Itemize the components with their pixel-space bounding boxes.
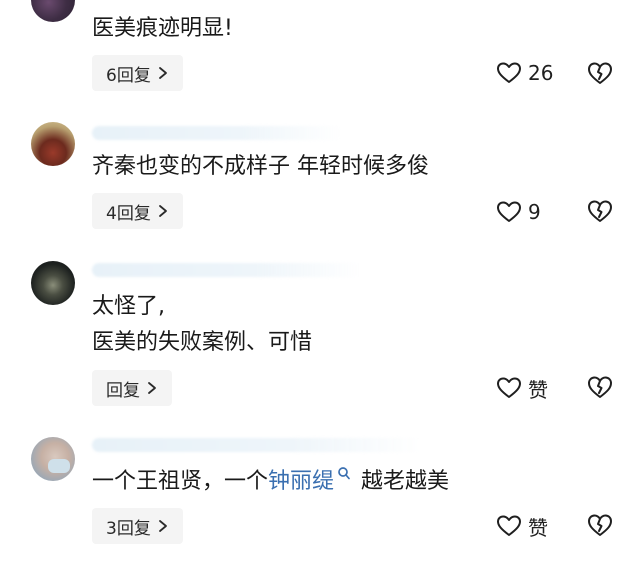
- reply-label: 3回复: [106, 518, 151, 539]
- comment-text-after: 越老越美: [361, 469, 450, 494]
- reply-label: 4回复: [106, 203, 151, 224]
- comment-text: 医美痕迹明显!: [92, 16, 233, 41]
- chevron-right-icon: [158, 205, 167, 217]
- like-count: 赞: [528, 377, 548, 402]
- broken-heart-icon[interactable]: [586, 59, 614, 87]
- comment-text: 一个王祖贤，一个钟丽缇 越老越美: [92, 464, 449, 500]
- like-button[interactable]: 赞: [496, 373, 548, 403]
- chevron-right-icon: [148, 382, 156, 394]
- like-count: 26: [528, 61, 554, 85]
- heart-outline-icon: [497, 377, 521, 398]
- username-blurred: [92, 126, 342, 140]
- like-button[interactable]: 9: [496, 197, 541, 227]
- chevron-right-icon: [158, 520, 167, 532]
- avatar[interactable]: [31, 0, 75, 22]
- comment-text-line-2: 医美的失败案例、可惜: [92, 330, 313, 355]
- reply-button[interactable]: 4回复: [92, 193, 183, 229]
- chevron-right-icon: [158, 67, 167, 79]
- heart-outline-icon: [497, 515, 521, 536]
- reply-label: 回复: [106, 380, 140, 401]
- avatar[interactable]: [31, 437, 75, 481]
- username-blurred: [92, 438, 422, 452]
- avatar[interactable]: [31, 261, 75, 305]
- comment-text-before: 一个王祖贤，一个: [92, 469, 269, 494]
- broken-heart-icon[interactable]: [586, 197, 614, 225]
- heart-outline-icon: [497, 62, 521, 83]
- like-button[interactable]: 赞: [496, 511, 548, 541]
- username-blurred: [92, 263, 362, 277]
- celebrity-link[interactable]: 钟丽缇: [268, 469, 334, 494]
- heart-outline-icon: [497, 201, 521, 222]
- comment-text-line-1: 太怪了,: [92, 294, 165, 319]
- comment-text: 齐秦也变的不成样子 年轻时候多俊: [92, 154, 429, 179]
- like-count: 9: [528, 200, 541, 224]
- reply-button[interactable]: 3回复: [92, 508, 183, 544]
- like-count: 赞: [528, 515, 548, 540]
- broken-heart-icon[interactable]: [586, 511, 614, 539]
- reply-button[interactable]: 回复: [92, 370, 172, 406]
- reply-button[interactable]: 6回复: [92, 55, 183, 91]
- search-icon[interactable]: [337, 466, 351, 484]
- broken-heart-icon[interactable]: [586, 373, 614, 401]
- avatar-face-mask: [48, 459, 70, 473]
- avatar[interactable]: [31, 122, 75, 166]
- reply-label: 6回复: [106, 65, 151, 86]
- like-button[interactable]: 26: [496, 58, 553, 88]
